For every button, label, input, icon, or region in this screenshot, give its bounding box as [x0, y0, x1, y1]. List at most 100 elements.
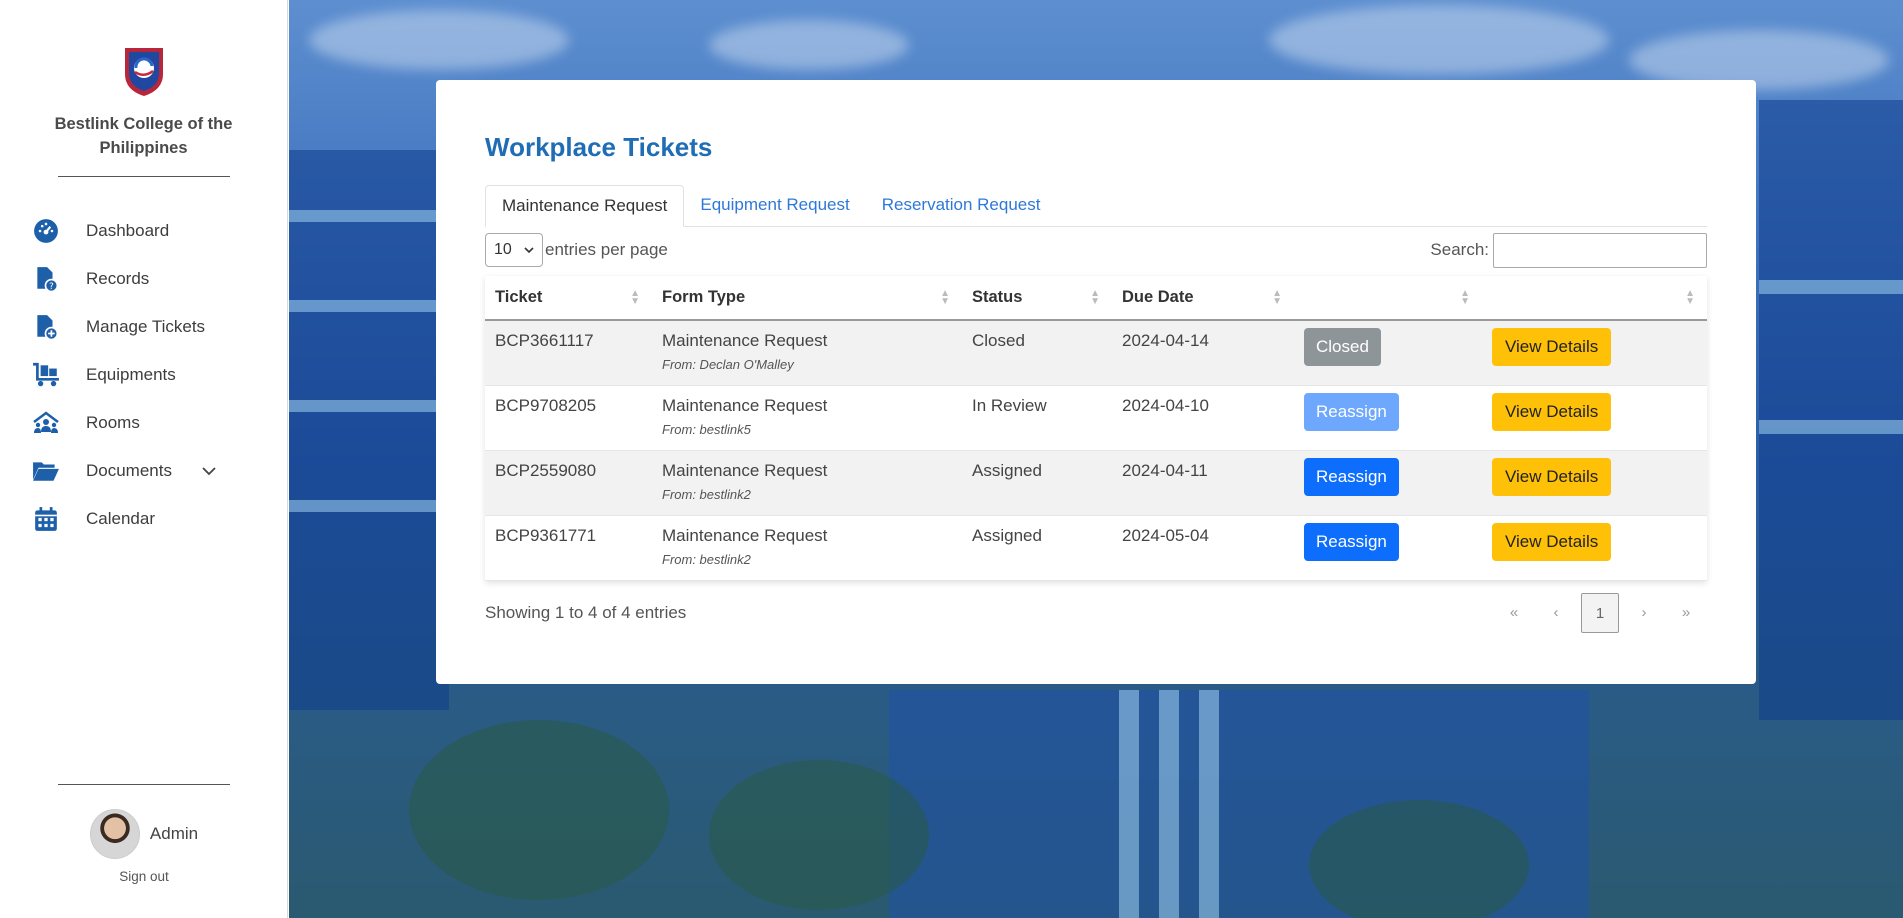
brand: Bestlink College of the Philippines [0, 0, 287, 177]
sidebar-item-equipments[interactable]: Equipments [0, 351, 287, 399]
balcony [289, 400, 439, 412]
table-header-row: Ticket ▲ ▼ Form Type ▲ ▼ Status ▲ ▼ Due Date ▲ ▼… [485, 276, 1707, 321]
entries-info: Showing 1 to 4 of 4 entries [485, 602, 687, 622]
tickets-card: Workplace Tickets Maintenance Request Eq… [436, 80, 1756, 684]
sidebar-item-records[interactable]: ? Records [0, 255, 287, 303]
next-page-button[interactable]: › [1623, 593, 1665, 633]
rooms-icon [32, 409, 60, 437]
column-header-due-date[interactable]: Due Date ▲ ▼ [1112, 276, 1294, 321]
last-page-button[interactable]: » [1665, 593, 1707, 633]
details-cell: View Details [1482, 320, 1707, 386]
college-logo [121, 44, 167, 98]
first-page-button[interactable]: « [1493, 593, 1535, 633]
cloud [709, 20, 909, 70]
sidebar-item-dashboard[interactable]: Dashboard [0, 207, 287, 255]
svg-text:?: ? [49, 282, 54, 292]
reassign-button[interactable]: Reassign [1304, 522, 1399, 561]
cloud [1269, 5, 1609, 75]
tab-equipment-request[interactable]: Equipment Request [684, 185, 865, 227]
ticket-id: BCP3661117 [485, 320, 652, 386]
requester: From: bestlink2 [662, 486, 751, 502]
closed-button[interactable]: Closed [1304, 328, 1381, 366]
table-controls: 10 entries per page Search: [485, 232, 1707, 268]
form-type-cell: Maintenance Request From: bestlink5 [652, 385, 962, 451]
sort-icon: ▲ ▼ [1460, 288, 1470, 307]
trees [709, 760, 929, 910]
dashboard-icon [32, 217, 60, 245]
cloud [309, 10, 569, 70]
building [1759, 100, 1903, 720]
form-type: Maintenance Request [662, 395, 828, 415]
pillar [1199, 690, 1219, 918]
tab-maintenance-request[interactable]: Maintenance Request [485, 185, 685, 227]
ticket-id: BCP9708205 [485, 385, 652, 451]
table-row: BCP9708205 Maintenance Request From: best… [485, 385, 1707, 451]
sidebar-item-label: Calendar [86, 509, 155, 528]
entries-select[interactable]: 10 [485, 233, 543, 267]
column-header-action[interactable]: ▲ ▼ [1294, 276, 1482, 321]
balcony [289, 500, 439, 512]
sidebar-footer: Admin Sign out [0, 784, 288, 918]
page-title: Workplace Tickets [485, 132, 713, 162]
reassign-button[interactable]: Reassign [1304, 457, 1399, 496]
form-type-cell: Maintenance Request From: bestlink2 [652, 515, 962, 581]
sort-icon: ▲ ▼ [1685, 288, 1695, 307]
sidebar-nav: Dashboard ? Records Manage Tickets Equip… [0, 207, 287, 543]
action-cell: Reassign [1294, 385, 1482, 451]
form-type-cell: Maintenance Request From: Declan O'Malley [652, 320, 962, 386]
balcony [1759, 280, 1903, 294]
reassign-button[interactable]: Reassign [1304, 392, 1399, 431]
search-label: Search: [1430, 240, 1489, 259]
folder-icon [32, 457, 60, 485]
page-1-button[interactable]: 1 [1581, 592, 1619, 633]
trees [1309, 800, 1529, 918]
column-header-status[interactable]: Status ▲ ▼ [962, 276, 1112, 321]
avatar [89, 809, 140, 859]
sidebar-item-label: Manage Tickets [86, 317, 206, 336]
sidebar-item-calendar[interactable]: Calendar [0, 495, 287, 543]
sidebar-item-rooms[interactable]: Rooms [0, 399, 287, 447]
sidebar-item-manage-tickets[interactable]: Manage Tickets [0, 303, 287, 351]
due-date: 2024-04-14 [1112, 320, 1294, 386]
view-details-button[interactable]: View Details [1492, 522, 1612, 561]
sidebar-item-label: Records [86, 269, 150, 288]
sort-icon: ▲ ▼ [630, 288, 640, 307]
form-type: Maintenance Request [662, 525, 828, 545]
divider [58, 784, 230, 785]
action-cell: Reassign [1294, 515, 1482, 581]
tab-reservation-request[interactable]: Reservation Request [866, 185, 1057, 227]
sort-icon: ▲ ▼ [1090, 288, 1100, 307]
sign-out-link[interactable]: Sign out [0, 869, 288, 884]
due-date: 2024-04-10 [1112, 385, 1294, 451]
sidebar-item-documents[interactable]: Documents [0, 447, 287, 495]
sort-icon: ▲ ▼ [1272, 288, 1282, 307]
chevron-down-icon[interactable] [200, 462, 218, 480]
ticket-id: BCP9361771 [485, 515, 652, 581]
chevron-down-icon [524, 247, 534, 254]
balcony [289, 300, 439, 312]
entries-select-value: 10 [494, 241, 512, 258]
sort-icon: ▲ ▼ [940, 288, 950, 307]
due-date: 2024-04-11 [1112, 450, 1294, 516]
view-details-button[interactable]: View Details [1492, 392, 1612, 431]
column-header-ticket[interactable]: Ticket ▲ ▼ [485, 276, 652, 321]
college-name: Bestlink College of the Philippines [54, 115, 233, 157]
details-cell: View Details [1482, 450, 1707, 516]
tickets-table: Ticket ▲ ▼ Form Type ▲ ▼ Status ▲ ▼ Due Date ▲ ▼… [485, 276, 1707, 581]
equipments-icon [32, 361, 60, 389]
prev-page-button[interactable]: ‹ [1535, 593, 1577, 633]
pillar [1159, 690, 1179, 918]
view-details-button[interactable]: View Details [1492, 457, 1612, 496]
requester: From: bestlink5 [662, 421, 751, 437]
manage-tickets-icon [32, 313, 60, 341]
search-box: Search: [1430, 232, 1707, 268]
sidebar-item-label: Documents [86, 461, 172, 480]
balcony [1759, 420, 1903, 434]
column-header-form-type[interactable]: Form Type ▲ ▼ [652, 276, 962, 321]
column-header-details[interactable]: ▲ ▼ [1482, 276, 1707, 321]
search-input[interactable] [1493, 232, 1707, 268]
sidebar-item-label: Rooms [86, 413, 140, 432]
divider [57, 176, 230, 177]
view-details-button[interactable]: View Details [1492, 328, 1612, 366]
table-footer: Showing 1 to 4 of 4 entries « ‹ 1 › » [485, 592, 1707, 633]
